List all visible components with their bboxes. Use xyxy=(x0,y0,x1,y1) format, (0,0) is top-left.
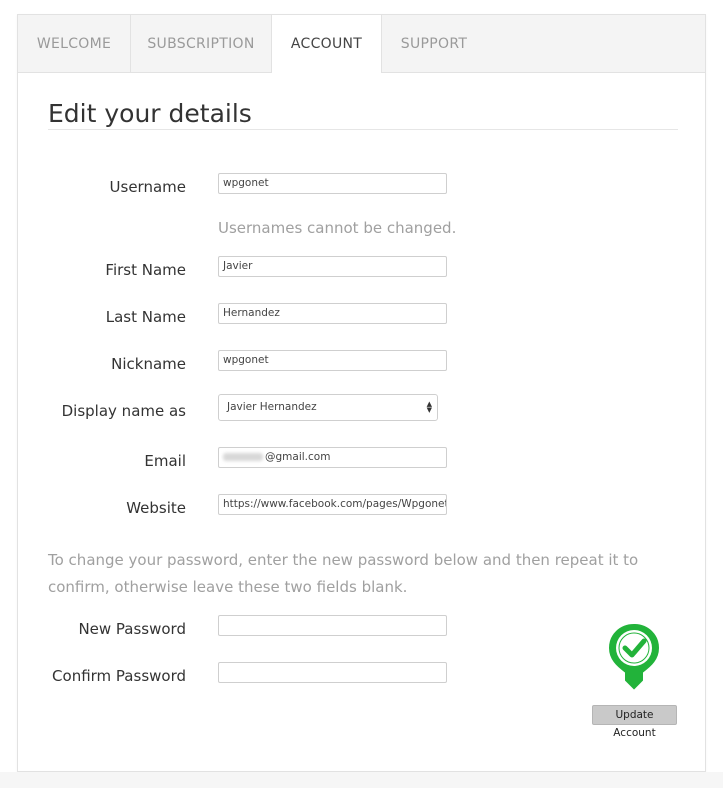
tab-bar: WELCOME SUBSCRIPTION ACCOUNT SUPPORT xyxy=(18,15,705,73)
new-password-label: New Password xyxy=(78,620,186,638)
confirm-password-field[interactable] xyxy=(218,662,447,683)
tab-welcome[interactable]: WELCOME xyxy=(18,15,131,72)
website-label: Website xyxy=(126,499,186,517)
password-note: To change your password, enter the new p… xyxy=(48,551,639,596)
first-name-field[interactable]: Javier xyxy=(218,256,447,277)
email-value: @gmail.com xyxy=(265,451,331,463)
title-divider xyxy=(48,129,678,130)
check-marker-icon xyxy=(606,621,662,693)
username-field[interactable]: wpgonet xyxy=(218,173,447,194)
display-name-value: Javier Hernandez xyxy=(227,401,317,413)
email-label: Email xyxy=(144,452,186,470)
update-account-button[interactable]: Update Account xyxy=(592,705,677,739)
username-hint: Usernames cannot be changed. xyxy=(218,219,457,237)
confirm-password-label: Confirm Password xyxy=(52,667,186,685)
email-field[interactable]: @gmail.com xyxy=(218,447,447,468)
last-name-label: Last Name xyxy=(105,308,186,326)
page-title: Edit your details xyxy=(48,99,252,128)
tab-account[interactable]: ACCOUNT xyxy=(271,15,382,73)
select-arrows-icon: ▲ ▼ xyxy=(426,400,432,414)
username-label: Username xyxy=(109,178,186,196)
nickname-label: Nickname xyxy=(111,355,186,373)
nickname-field[interactable]: wpgonet xyxy=(218,350,447,371)
first-name-label: First Name xyxy=(105,261,186,279)
last-name-field[interactable]: Hernandez xyxy=(218,303,447,324)
footer-strip xyxy=(0,772,723,788)
redacted-email-user xyxy=(223,453,263,461)
display-name-select[interactable]: Javier Hernandez ▲ ▼ xyxy=(218,394,438,421)
account-panel: WELCOME SUBSCRIPTION ACCOUNT SUPPORT Edi… xyxy=(17,14,706,772)
new-password-field[interactable] xyxy=(218,615,447,636)
tab-subscription[interactable]: SUBSCRIPTION xyxy=(131,15,272,72)
website-field[interactable]: https://www.facebook.com/pages/Wpgonet/2 xyxy=(218,494,447,515)
display-name-label: Display name as xyxy=(61,402,186,420)
tab-support[interactable]: SUPPORT xyxy=(382,15,486,72)
